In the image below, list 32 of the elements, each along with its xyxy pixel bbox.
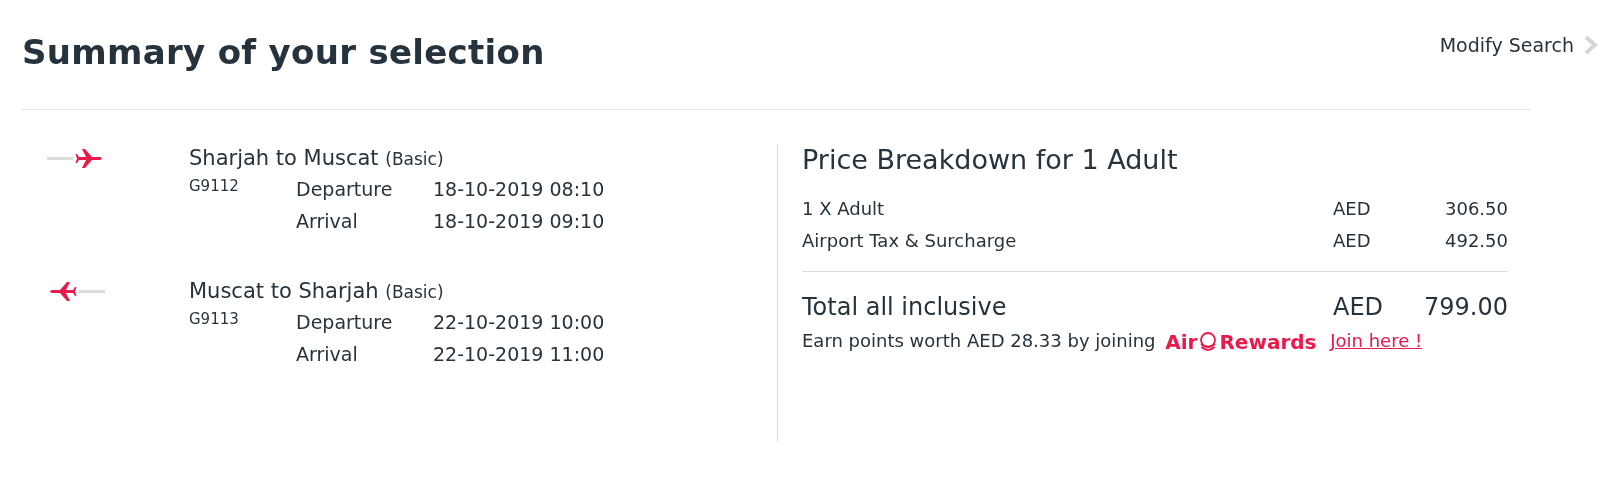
- price-amount: 492.50: [1444, 229, 1508, 253]
- time-value: 18-10-2019 09:10: [433, 209, 605, 234]
- price-title: Price Breakdown for 1 Adult: [802, 144, 1179, 175]
- rewards-text: Earn points worth AED 28.33 by joining: [802, 330, 1156, 351]
- flight-route: Sharjah to Muscat (Basic): [189, 145, 445, 172]
- time-label: Arrival: [296, 342, 359, 367]
- flight-number: G9113: [189, 310, 240, 330]
- total-currency: AED: [1333, 292, 1385, 323]
- coin-stack-icon: [1199, 331, 1218, 353]
- time-value: 22-10-2019 10:00: [433, 310, 605, 335]
- plane-right-icon: [47, 147, 105, 169]
- price-amount: 306.50: [1444, 197, 1508, 221]
- time-value: 22-10-2019 11:00: [433, 342, 605, 367]
- time-value: 18-10-2019 08:10: [433, 177, 605, 202]
- time-label: Departure: [296, 177, 394, 202]
- price-label: Airport Tax & Surcharge: [802, 229, 1018, 253]
- price-label: 1 X Adult: [802, 197, 886, 221]
- logo-word: Air: [1165, 329, 1198, 356]
- modify-search-link[interactable]: Modify Search: [1439, 33, 1598, 56]
- total-label: Total all inclusive: [802, 292, 1008, 323]
- page-title: Summary of your selection: [22, 31, 545, 72]
- time-label: Arrival: [296, 209, 359, 234]
- flight-route: Muscat to Sharjah (Basic): [189, 278, 445, 305]
- logo-word: Rewards: [1219, 329, 1317, 356]
- plane-left-icon: [47, 280, 105, 302]
- total-amount: 799.00: [1423, 292, 1508, 323]
- time-label: Departure: [296, 310, 394, 335]
- currency: AED: [1333, 197, 1372, 221]
- flight-number: G9112: [189, 177, 240, 197]
- chevron-right-icon: [1584, 34, 1598, 55]
- join-link[interactable]: Join here !: [1330, 330, 1423, 351]
- currency: AED: [1333, 229, 1372, 253]
